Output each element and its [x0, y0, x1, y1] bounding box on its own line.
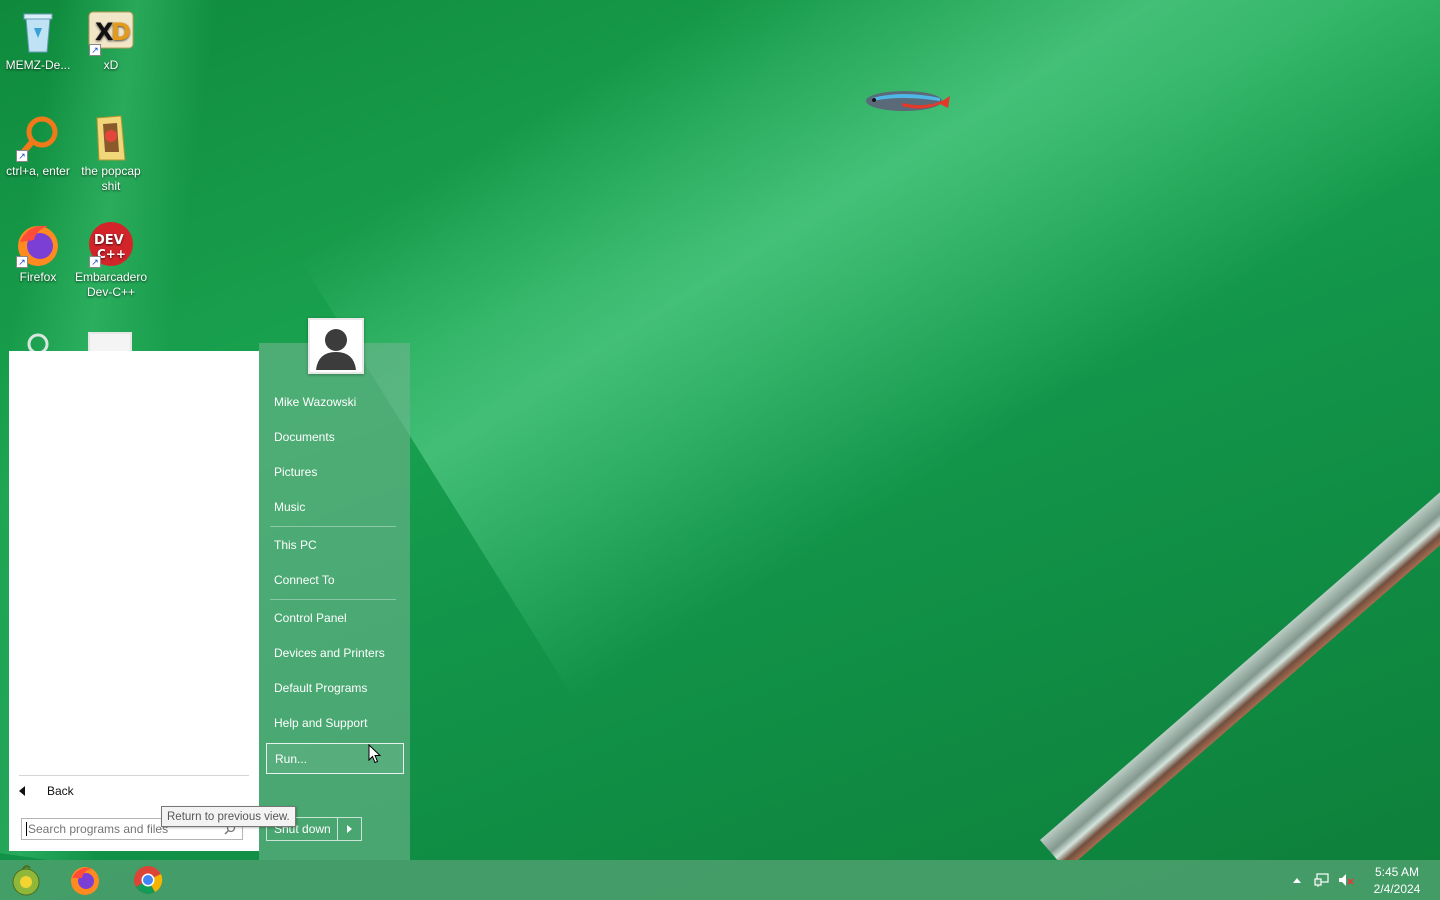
desktop-icon-label: Embarcadero Dev-C++	[74, 270, 148, 299]
desktop-icon-memz[interactable]: MEMZ-De...	[0, 8, 76, 73]
desktop-icon-hidden[interactable]	[88, 332, 134, 351]
start-menu-right-pane	[259, 343, 410, 860]
chevron-up-icon	[1293, 877, 1301, 883]
menu-item-documents[interactable]: Documents	[266, 422, 404, 452]
back-label: Back	[47, 784, 74, 798]
menu-item-connect-to[interactable]: Connect To	[266, 565, 404, 595]
menu-item-label: Run...	[275, 751, 308, 766]
desktop-icon-hidden[interactable]	[14, 330, 62, 351]
menu-item-pictures[interactable]: Pictures	[266, 457, 404, 487]
clock[interactable]: 5:45 AM 2/4/2024	[1364, 864, 1430, 898]
menu-item-label: Pictures	[274, 465, 318, 479]
desktop-icon-label: ctrl+a, enter	[6, 164, 70, 178]
settings-icon	[27, 333, 49, 351]
window-icon	[88, 332, 132, 351]
arrow-left-icon	[19, 786, 25, 796]
tooltip: Return to previous view.	[161, 806, 296, 827]
user-icon	[310, 320, 362, 372]
menu-item-label: Connect To	[274, 573, 335, 587]
chrome-icon	[134, 866, 163, 894]
mouse-cursor-icon	[368, 744, 382, 764]
firefox-icon	[71, 867, 99, 895]
menu-item-music[interactable]: Music	[266, 492, 404, 522]
desktop-icon-firefox[interactable]: ↗ Firefox	[0, 220, 76, 285]
menu-item-label: Mike Wazowski	[274, 395, 357, 409]
back-button[interactable]: Back	[19, 779, 249, 803]
taskbar-firefox-button[interactable]	[63, 862, 107, 898]
network-button[interactable]	[1312, 860, 1332, 900]
volume-button[interactable]	[1336, 860, 1356, 900]
search-icon: ↗	[14, 114, 62, 162]
shortcut-arrow-icon: ↗	[16, 150, 28, 162]
user-avatar[interactable]	[308, 318, 364, 374]
shutdown-options-button[interactable]	[338, 817, 362, 841]
firefox-icon: ↗	[14, 220, 62, 268]
desktop-icon-popcap[interactable]: the popcap shit	[73, 114, 149, 194]
menu-item-label: Devices and Printers	[274, 646, 385, 660]
tray-overflow-button[interactable]	[1290, 860, 1304, 900]
start-menu-left-pane: Back	[9, 351, 259, 851]
shortcut-arrow-icon: ↗	[89, 256, 101, 268]
menu-item-help-support[interactable]: Help and Support	[266, 708, 404, 738]
menu-item-this-pc[interactable]: This PC	[266, 530, 404, 560]
taskbar-chrome-button[interactable]	[126, 862, 170, 898]
menu-item-label: Music	[274, 500, 306, 514]
divider	[19, 775, 249, 776]
desktop-icon-xd[interactable]: X D ↗ xD	[73, 8, 149, 73]
chevron-right-icon	[347, 825, 352, 833]
menu-item-user[interactable]: Mike Wazowski	[266, 387, 404, 417]
divider	[270, 599, 396, 600]
svg-text:DEV: DEV	[94, 233, 124, 248]
clock-date: 2/4/2024	[1373, 882, 1421, 896]
divider	[270, 526, 396, 527]
start-orb-icon	[12, 865, 40, 896]
recycle-bin-icon	[14, 8, 62, 56]
start-button[interactable]	[4, 862, 48, 898]
shortcut-arrow-icon: ↗	[89, 44, 101, 56]
network-icon	[1314, 873, 1329, 887]
svg-text:D: D	[111, 18, 131, 46]
menu-item-default-programs[interactable]: Default Programs	[266, 673, 404, 703]
shortcut-arrow-icon: ↗	[16, 256, 28, 268]
menu-item-label: Control Panel	[274, 611, 347, 625]
menu-item-label: This PC	[274, 538, 317, 552]
desktop-icon-label: MEMZ-De...	[5, 58, 71, 72]
desktop-icon-ctrl-a-enter[interactable]: ↗ ctrl+a, enter	[0, 114, 76, 179]
menu-item-label: Default Programs	[274, 681, 368, 695]
menu-item-label: Documents	[274, 430, 335, 444]
volume-muted-icon	[1339, 874, 1354, 886]
menu-item-devices-printers[interactable]: Devices and Printers	[266, 638, 404, 668]
xd-icon: X D ↗	[87, 8, 135, 56]
taskbar	[0, 860, 1440, 900]
desktop-icon-label: Firefox	[19, 270, 57, 284]
desktop-icon-label: the popcap shit	[81, 164, 141, 193]
folder-icon	[87, 114, 135, 162]
text-caret	[26, 822, 27, 836]
devcpp-icon: DEV C++ ↗	[87, 220, 135, 268]
fish-icon	[866, 91, 950, 111]
desktop-icon-devcpp[interactable]: DEV C++ ↗ Embarcadero Dev-C++	[73, 220, 149, 300]
svg-text:C++: C++	[97, 247, 126, 261]
clock-time: 5:45 AM	[1374, 865, 1420, 879]
menu-item-control-panel[interactable]: Control Panel	[266, 603, 404, 633]
menu-item-label: Help and Support	[274, 716, 368, 730]
menu-item-run[interactable]: Run...	[266, 743, 404, 774]
desktop-icon-label: xD	[103, 58, 119, 72]
